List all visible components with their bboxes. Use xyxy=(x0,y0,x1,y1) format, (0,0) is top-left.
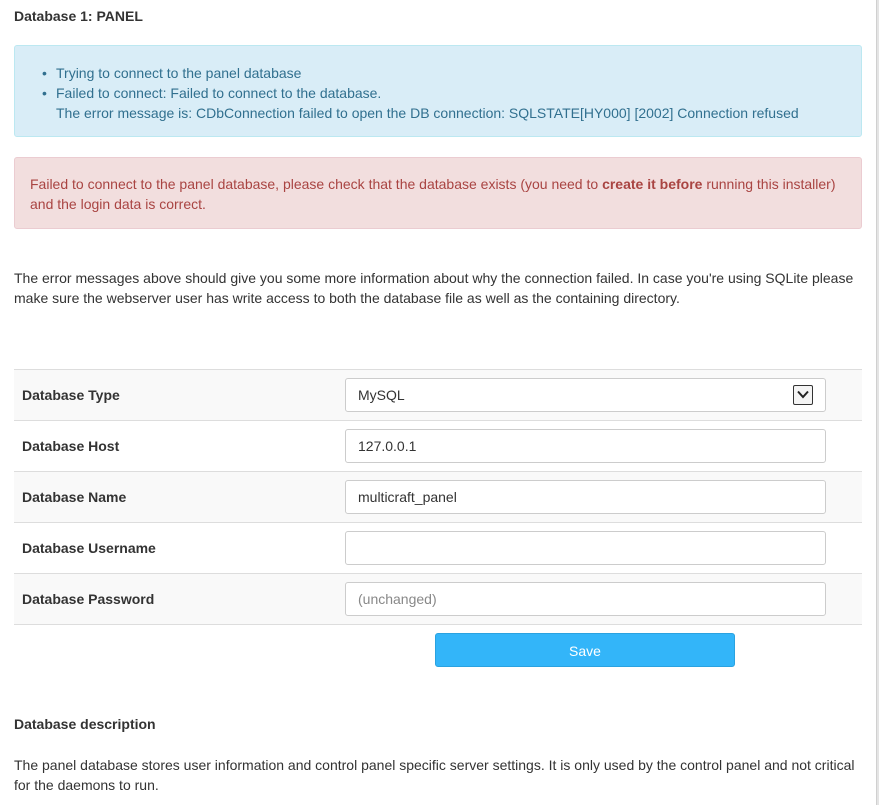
db-host-label: Database Host xyxy=(14,420,345,472)
db-password-input[interactable] xyxy=(345,582,826,616)
db-pass-label: Database Password xyxy=(14,573,345,625)
description-text: The panel database stores user informati… xyxy=(14,757,855,793)
bullet-icon: • xyxy=(42,65,47,81)
danger-text-before: Failed to connect to the panel database,… xyxy=(30,176,603,192)
chevron-down-icon[interactable] xyxy=(793,385,813,405)
database-form: Database Type MySQL Database Host Databa… xyxy=(14,369,862,625)
info-item-text: Failed to connect: Failed to connect to … xyxy=(56,85,382,101)
db-type-selected-value: MySQL xyxy=(358,387,405,403)
db-name-label: Database Name xyxy=(14,471,345,523)
info-item-connecting: • Trying to connect to the panel databas… xyxy=(42,63,799,83)
info-item-failed: • Failed to connect: Failed to connect t… xyxy=(42,83,799,103)
installer-page: Database 1: PANEL • Trying to connect to… xyxy=(0,0,876,805)
save-button[interactable]: Save xyxy=(435,633,735,667)
db-type-label: Database Type xyxy=(14,369,345,421)
info-error-detail: The error message is: CDbConnection fail… xyxy=(56,103,799,123)
db-username-input[interactable] xyxy=(345,531,826,565)
db-user-label: Database Username xyxy=(14,522,345,574)
page-title: Database 1: PANEL xyxy=(14,8,143,24)
db-type-select[interactable]: MySQL xyxy=(345,378,826,412)
form-row-db-pass: Database Password xyxy=(14,573,862,625)
bullet-icon: • xyxy=(42,85,47,101)
form-row-db-host: Database Host xyxy=(14,420,862,472)
danger-text-bold: create it before xyxy=(602,176,703,192)
description-title: Database description xyxy=(14,716,156,732)
db-name-input[interactable] xyxy=(345,480,826,514)
form-row-db-user: Database Username xyxy=(14,522,862,574)
form-row-db-name: Database Name xyxy=(14,471,862,523)
info-item-text: Trying to connect to the panel database xyxy=(56,65,302,81)
db-host-input[interactable] xyxy=(345,429,826,463)
danger-alert: Failed to connect to the panel database,… xyxy=(14,157,862,229)
help-text: The error messages above should give you… xyxy=(14,270,854,306)
error-detail-text: The error message is: CDbConnection fail… xyxy=(56,105,799,121)
info-alert: • Trying to connect to the panel databas… xyxy=(14,45,862,137)
form-row-db-type: Database Type MySQL xyxy=(14,369,862,421)
info-list: • Trying to connect to the panel databas… xyxy=(42,63,799,123)
